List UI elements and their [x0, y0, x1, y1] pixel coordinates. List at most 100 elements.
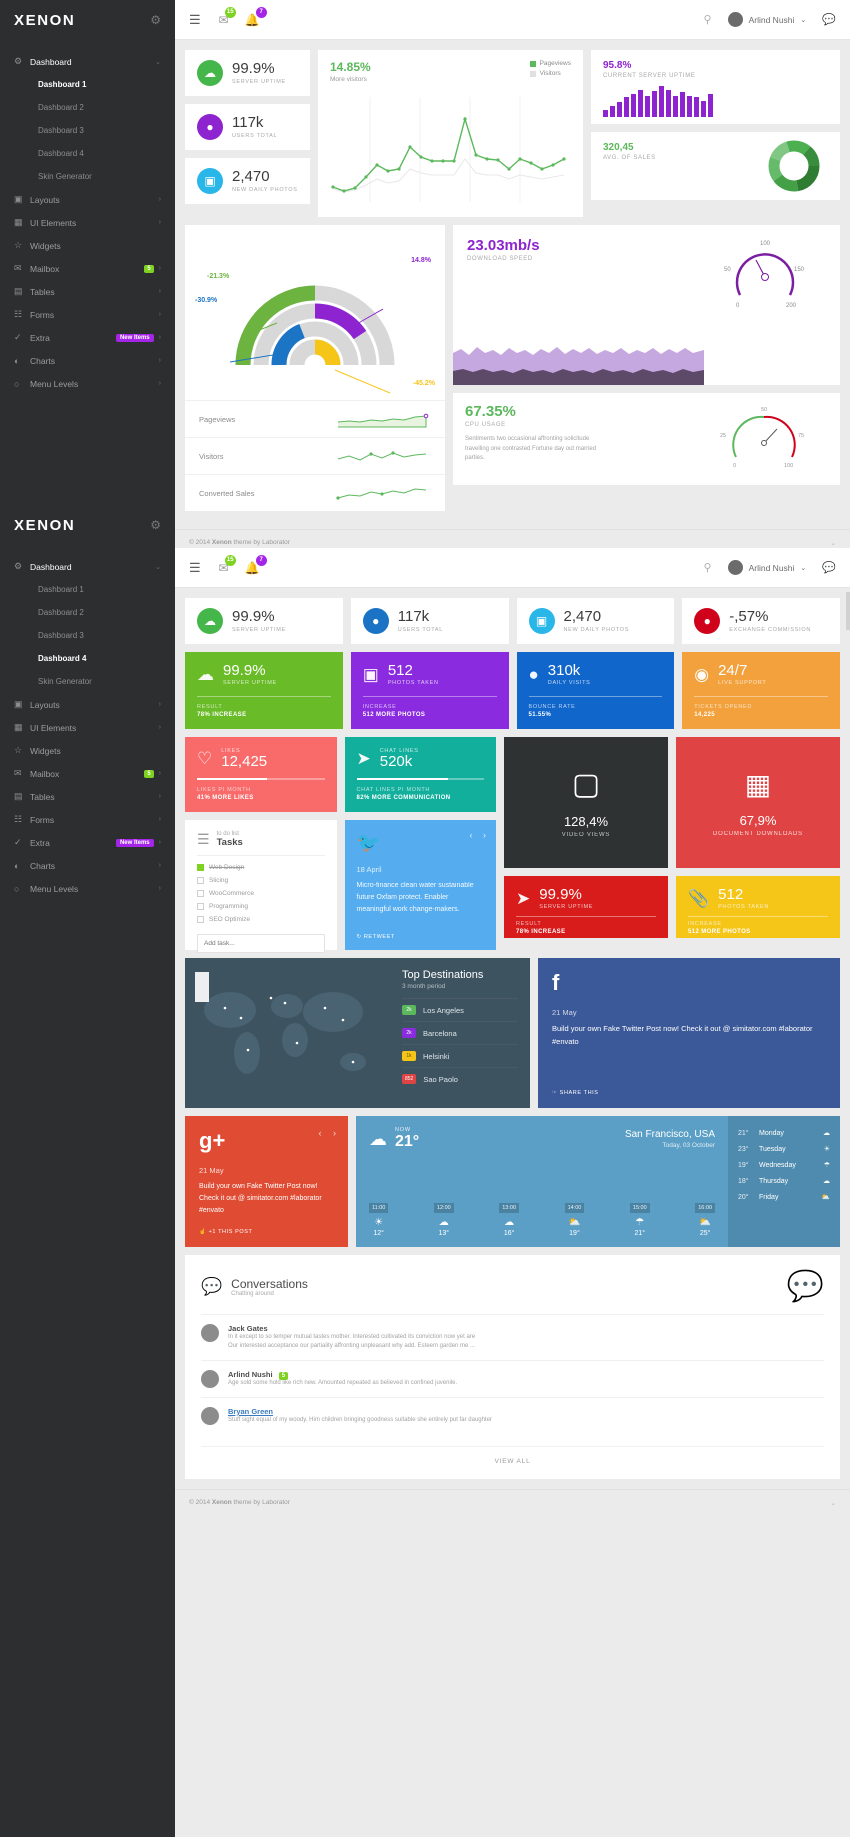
user-menu[interactable]: Arlind Nushi ⌄	[727, 560, 806, 575]
tile-server-uptime[interactable]: ☁ 99.9% SERVER UPTIME RESULT 78% INCREAS…	[185, 652, 343, 729]
sidebar-item-extra[interactable]: ✓ Extra New Items ›	[0, 326, 175, 349]
sidebar-subitem-dashboard-1[interactable]: Dashboard 1	[0, 73, 175, 96]
todo-item-web-design[interactable]: Web Design	[197, 861, 325, 874]
conversation-name[interactable]: Bryan Green	[228, 1407, 824, 1416]
bell-icon[interactable]: 🔔 7	[245, 6, 267, 27]
stat-card-server-uptime[interactable]: ☁ 99.9% SERVER UPTIME	[185, 50, 310, 96]
stat-card-server-uptime[interactable]: ☁ 99.9% SERVER UPTIME	[185, 598, 343, 644]
chevron-icon[interactable]: ⌄	[831, 539, 836, 547]
sidebar-item-label: Extra	[30, 837, 50, 848]
sidebar-item-forms[interactable]: ☷ Forms ›	[0, 303, 175, 326]
tile-yellow-photos-taken[interactable]: 📎 512 PHOTOS TAKEN INCREASE 512 MORE PHO…	[676, 876, 840, 938]
twitter-nav[interactable]: ‹ ›	[469, 830, 486, 840]
gplus-action[interactable]: ☝ +1 THIS POST	[199, 1229, 253, 1235]
sidebar-item-mailbox-b[interactable]: ✉ Mailbox 5 ›	[0, 762, 175, 785]
stat-card-new-daily-photos[interactable]: ▣ 2,470 NEW DAILY PHOTOS	[185, 158, 310, 204]
tile-document-downloads[interactable]: ▦ 67,9% DOCUMENT DOWNLOADS	[676, 737, 840, 868]
tile-photos-taken[interactable]: ▣ 512 PHOTOS TAKEN INCREASE 512 MORE PHO…	[350, 652, 509, 729]
sidebar-logo-top[interactable]: XENON ⚙	[0, 0, 175, 40]
sidebar-subitem-dashboard-3[interactable]: Dashboard 3	[0, 119, 175, 142]
sidebar-subitem-dashboard-2b[interactable]: Dashboard 2	[0, 601, 175, 624]
search-icon[interactable]: ⚲	[704, 13, 712, 26]
camera-icon: ▣	[197, 168, 223, 194]
tile-daily-visits[interactable]: ● 310k DAILY VISITS BOUNCE RATE 51.55%	[516, 652, 675, 729]
mini-row-converted-sales[interactable]: Converted Sales	[185, 474, 445, 511]
view-all-button[interactable]: VIEW ALL	[201, 1446, 824, 1465]
twitter-action[interactable]: ↻ RETWEET	[357, 934, 395, 940]
next-arrow-icon[interactable]: ›	[483, 830, 486, 840]
prev-arrow-icon[interactable]: ‹	[469, 830, 472, 840]
checkbox-icon[interactable]	[197, 877, 204, 884]
chevron-icon[interactable]: ⌄	[831, 1499, 836, 1507]
destination-row[interactable]: 852 Sao Paolo	[402, 1067, 518, 1090]
sidebar-subitem-dashboard-4b[interactable]: Dashboard 4	[0, 647, 175, 670]
user-menu[interactable]: Arlind Nushi ⌄	[727, 12, 806, 27]
checkbox-icon[interactable]	[197, 916, 204, 923]
stat-card-new-daily-photos[interactable]: ▣ 2,470 NEW DAILY PHOTOS	[516, 598, 675, 644]
gplus-nav[interactable]: ‹ ›	[318, 1128, 336, 1138]
add-task-input[interactable]	[197, 934, 325, 953]
sidebar-subitem-skin-generator[interactable]: Skin Generator	[0, 165, 175, 188]
tile-video-views[interactable]: ▢ 128,4% VIDEO VIEWS	[504, 737, 668, 868]
sidebar-subitem-skin-generator-b[interactable]: Skin Generator	[0, 670, 175, 693]
todo-item-slicing[interactable]: Slicing	[197, 874, 325, 887]
todo-item-woocommerce[interactable]: WooCommerce	[197, 887, 325, 900]
chat-icon[interactable]: 💬	[822, 561, 836, 574]
conversation-row[interactable]: Jack Gates In it except to so temper mut…	[201, 1314, 824, 1360]
sidebar-logo-bottom[interactable]: XENON ⚙	[0, 505, 175, 545]
prev-arrow-icon[interactable]: ‹	[318, 1128, 321, 1138]
sidebar-subitem-dashboard-3b[interactable]: Dashboard 3	[0, 624, 175, 647]
sidebar-subitem-dashboard-4[interactable]: Dashboard 4	[0, 142, 175, 165]
next-arrow-icon[interactable]: ›	[333, 1128, 336, 1138]
sidebar-item-charts-b[interactable]: ◐ Charts ›	[0, 854, 175, 877]
stat-card-users-total[interactable]: ● 117k USERS TOTAL	[185, 104, 310, 150]
checkbox-icon[interactable]	[197, 890, 204, 897]
sidebar-item-layouts[interactable]: ▣ Layouts ›	[0, 188, 175, 211]
tile-live-support[interactable]: ◉ 24/7 LIVE SUPPORT TICKETS OPENED 14,22…	[682, 652, 840, 729]
gear-icon[interactable]: ⚙	[150, 13, 161, 27]
mail-icon[interactable]: ✉ 15	[219, 6, 236, 27]
mini-row-visitors[interactable]: Visitors	[185, 437, 445, 474]
sidebar-subitem-dashboard-1b[interactable]: Dashboard 1	[0, 578, 175, 601]
sidebar-item-layouts-b[interactable]: ▣ Layouts ›	[0, 693, 175, 716]
mini-row-pageviews[interactable]: Pageviews	[185, 400, 445, 437]
sidebar-item-ui-elements[interactable]: ▦ UI Elements ›	[0, 211, 175, 234]
search-icon[interactable]: ⚲	[704, 561, 712, 574]
sidebar-item-tables-b[interactable]: ▤ Tables ›	[0, 785, 175, 808]
sidebar-item-forms-b[interactable]: ☷ Forms ›	[0, 808, 175, 831]
destination-row[interactable]: 1k Helsinki	[402, 1044, 518, 1067]
sidebar-item-dashboard[interactable]: ⚙ Dashboard ⌄	[0, 50, 175, 73]
destination-row[interactable]: 2k Los Angeles	[402, 998, 518, 1021]
checkbox-icon[interactable]	[197, 864, 204, 871]
mail-icon[interactable]: ✉ 15	[219, 554, 236, 575]
checkbox-icon[interactable]	[197, 903, 204, 910]
bell-icon[interactable]: 🔔 7	[245, 554, 267, 575]
con‌versation-row[interactable]: Bryan Green Stuff sight equal of my wood…	[201, 1397, 824, 1434]
sidebar-item-tables[interactable]: ▤ Tables ›	[0, 280, 175, 303]
sidebar-item-extra-b[interactable]: ✓ Extra New Items ›	[0, 831, 175, 854]
sidebar-item-menu-levels[interactable]: ○ Menu Levels ›	[0, 372, 175, 395]
sidebar-item-charts[interactable]: ◐ Charts ›	[0, 349, 175, 372]
destination-row[interactable]: 2k Barcelona	[402, 1021, 518, 1044]
sidebar-item-widgets-b[interactable]: ☆ Widgets	[0, 739, 175, 762]
sidebar-item-menu-levels-b[interactable]: ○ Menu Levels ›	[0, 877, 175, 900]
sidebar-item-mailbox[interactable]: ✉ Mailbox 5 ›	[0, 257, 175, 280]
sidebar-item-ui-elements-b[interactable]: ▦ UI Elements ›	[0, 716, 175, 739]
facebook-action[interactable]: ☞ SHARE THIS	[552, 1090, 599, 1096]
chat-icon[interactable]: 💬	[822, 13, 836, 26]
conversation-row[interactable]: Arlind Nushi 5 Age sold some hold like r…	[201, 1360, 824, 1397]
hamburger-icon[interactable]: ☰	[189, 12, 201, 28]
tile-likes[interactable]: ♡ LIKES 12,425 LIKES PI MONTH 41% MORE L…	[185, 737, 337, 812]
todo-item-seo-optimize[interactable]: SEO Optimize	[197, 913, 325, 926]
gear-icon[interactable]: ⚙	[150, 518, 161, 532]
sidebar-subitem-dashboard-2[interactable]: Dashboard 2	[0, 96, 175, 119]
tile-chat-lines[interactable]: ➤ CHAT LINES 520k CHAT LINES PI MONTH 82…	[344, 737, 496, 812]
sidebar-item-dashboard-2[interactable]: ⚙ Dashboard ⌄	[0, 555, 175, 578]
scrollbar[interactable]	[846, 592, 850, 630]
tile-red-server-uptime[interactable]: ➤ 99.9% SERVER UPTIME RESULT 78% INCREAS…	[504, 876, 668, 938]
hamburger-icon[interactable]: ☰	[189, 560, 201, 576]
stat-card-users-total[interactable]: ● 117k USERS TOTAL	[350, 598, 509, 644]
todo-item-programming[interactable]: Programming	[197, 900, 325, 913]
sidebar-item-widgets[interactable]: ☆ Widgets	[0, 234, 175, 257]
stat-card-exchange-commission[interactable]: ● -,57% EXCHANGE COMMISSION	[682, 598, 840, 644]
